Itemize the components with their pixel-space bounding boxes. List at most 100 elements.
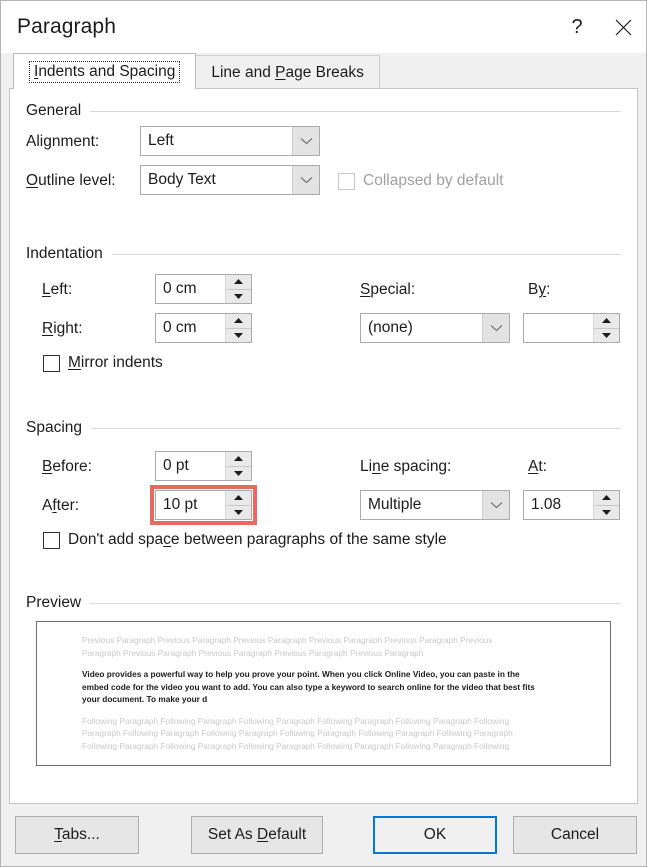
indent-left-stepper[interactable] <box>225 275 251 303</box>
stepper-down-icon[interactable] <box>226 289 251 303</box>
spacing-after-label: After: <box>42 497 80 514</box>
at-stepper[interactable] <box>593 491 619 519</box>
by-stepper[interactable] <box>593 314 619 342</box>
tabs-button[interactable]: Tabs... <box>15 816 139 854</box>
mirror-indents-checkbox-row[interactable]: Mirror indents <box>43 354 163 372</box>
preview-group: Preview <box>26 594 621 612</box>
spacing-divider <box>91 427 621 429</box>
dont-add-space-checkbox[interactable] <box>43 531 60 549</box>
stepper-up-icon[interactable] <box>226 491 251 506</box>
ok-button[interactable]: OK <box>373 816 497 854</box>
dialog-footer: Tabs... Set As Default OK Cancel <box>1 804 646 866</box>
line-spacing-value: Multiple <box>368 496 422 513</box>
indent-left-row: Left: <box>42 281 72 299</box>
general-divider <box>90 110 621 112</box>
by-spinner[interactable] <box>523 313 620 343</box>
help-icon[interactable]: ? <box>554 4 600 50</box>
stepper-up-icon[interactable] <box>226 275 251 290</box>
outline-level-label: Outline level: <box>26 172 116 189</box>
alignment-combo[interactable]: Left <box>140 126 320 156</box>
spacing-after-stepper[interactable] <box>225 491 251 519</box>
indent-left-label: Left: <box>42 281 73 298</box>
close-icon[interactable] <box>600 4 646 50</box>
special-value: (none) <box>368 319 413 336</box>
line-spacing-combo[interactable]: Multiple <box>360 490 510 520</box>
collapsed-by-default-checkbox[interactable] <box>338 172 355 190</box>
spacing-after-row: After: <box>42 497 79 515</box>
stepper-down-icon[interactable] <box>226 466 251 480</box>
indent-right-value: 0 cm <box>163 319 197 336</box>
stepper-down-icon[interactable] <box>226 505 251 519</box>
preview-before-line: Previous Paragraph Previous Paragraph Pr… <box>82 635 493 645</box>
dont-add-space-label: Don't add space between paragraphs of th… <box>68 531 447 548</box>
chevron-down-icon[interactable] <box>482 491 509 519</box>
stepper-down-icon[interactable] <box>226 328 251 342</box>
tab-indents-and-spacing[interactable]: Indents and Spacing <box>13 53 197 89</box>
mirror-indents-checkbox[interactable] <box>43 354 60 372</box>
spacing-before-row: Before: <box>42 458 92 476</box>
chevron-down-icon[interactable] <box>292 127 319 155</box>
tab-line-and-page-breaks[interactable]: Line and Page Breaks <box>195 55 380 89</box>
stepper-down-icon[interactable] <box>594 505 619 519</box>
preview-box: Previous Paragraph Previous Paragraph Pr… <box>36 621 611 766</box>
indent-right-stepper[interactable] <box>225 314 251 342</box>
spacing-after-spinner[interactable]: 10 pt <box>155 490 252 520</box>
stepper-down-icon[interactable] <box>594 328 619 342</box>
indent-right-row: Right: <box>42 320 83 338</box>
preview-after-line: Paragraph Following Paragraph Following … <box>82 728 513 738</box>
stepper-up-icon[interactable] <box>594 491 619 506</box>
outline-level-row: Outline level: <box>26 172 135 190</box>
spacing-group: Spacing <box>26 419 621 437</box>
spacing-before-label: Before: <box>42 458 92 475</box>
outline-level-value: Body Text <box>148 171 216 188</box>
chevron-down-icon[interactable] <box>292 166 319 194</box>
collapsed-by-default-label: Collapsed by default <box>363 172 504 189</box>
general-group: General <box>26 102 621 120</box>
indent-right-label: Right: <box>42 320 83 337</box>
preview-body-line: Video provides a powerful way to help yo… <box>82 669 520 679</box>
preview-body-line: embed code for the video you want to add… <box>82 681 535 692</box>
preview-after-line: Following Paragraph Following Paragraph … <box>82 715 510 726</box>
indentation-heading: Indentation <box>26 245 103 262</box>
preview-before-line: Paragraph Previous Paragraph Previous Pa… <box>82 647 424 658</box>
dont-add-space-checkbox-row[interactable]: Don't add space between paragraphs of th… <box>43 531 447 549</box>
dialog-title: Paragraph <box>17 15 116 38</box>
spacing-after-value: 10 pt <box>163 496 198 513</box>
spacing-before-stepper[interactable] <box>225 452 251 480</box>
alignment-row: Alignment: <box>26 133 135 151</box>
at-spinner[interactable]: 1.08 <box>523 490 620 520</box>
preview-after-line: Following Paragraph Following Paragraph … <box>82 740 510 751</box>
at-value: 1.08 <box>531 496 562 513</box>
stepper-up-icon[interactable] <box>226 452 251 467</box>
indentation-group: Indentation <box>26 245 621 263</box>
indent-right-spinner[interactable]: 0 cm <box>155 313 252 343</box>
by-label: By: <box>528 281 551 298</box>
special-combo[interactable]: (none) <box>360 313 510 343</box>
at-row: At: <box>528 458 547 476</box>
cancel-button[interactable]: Cancel <box>513 816 637 854</box>
general-heading-row: General <box>26 102 621 120</box>
preview-divider <box>90 602 621 604</box>
preview-heading: Preview <box>26 594 82 611</box>
outline-level-combo[interactable]: Body Text <box>140 165 320 195</box>
alignment-value: Left <box>148 132 174 149</box>
line-spacing-row: Line spacing: <box>360 458 451 476</box>
stepper-up-icon[interactable] <box>226 314 251 329</box>
line-spacing-label: Line spacing: <box>360 458 452 475</box>
spacing-before-value: 0 pt <box>163 457 189 474</box>
general-heading: General <box>26 102 82 119</box>
indent-left-value: 0 cm <box>163 280 197 297</box>
indentation-divider <box>111 253 621 255</box>
indent-left-spinner[interactable]: 0 cm <box>155 274 252 304</box>
chevron-down-icon[interactable] <box>482 314 509 342</box>
by-row: By: <box>528 281 550 299</box>
cancel-button-label: Cancel <box>550 826 600 843</box>
dialog-panel: General Alignment: Left Outline level: B… <box>9 88 638 804</box>
collapsed-by-default-checkbox-row[interactable]: Collapsed by default <box>338 172 503 190</box>
spacing-heading-row: Spacing <box>26 419 621 437</box>
ok-button-label: OK <box>423 826 447 843</box>
set-as-default-button[interactable]: Set As Default <box>191 816 323 854</box>
stepper-up-icon[interactable] <box>594 314 619 329</box>
by-value <box>524 314 593 342</box>
spacing-before-spinner[interactable]: 0 pt <box>155 451 252 481</box>
